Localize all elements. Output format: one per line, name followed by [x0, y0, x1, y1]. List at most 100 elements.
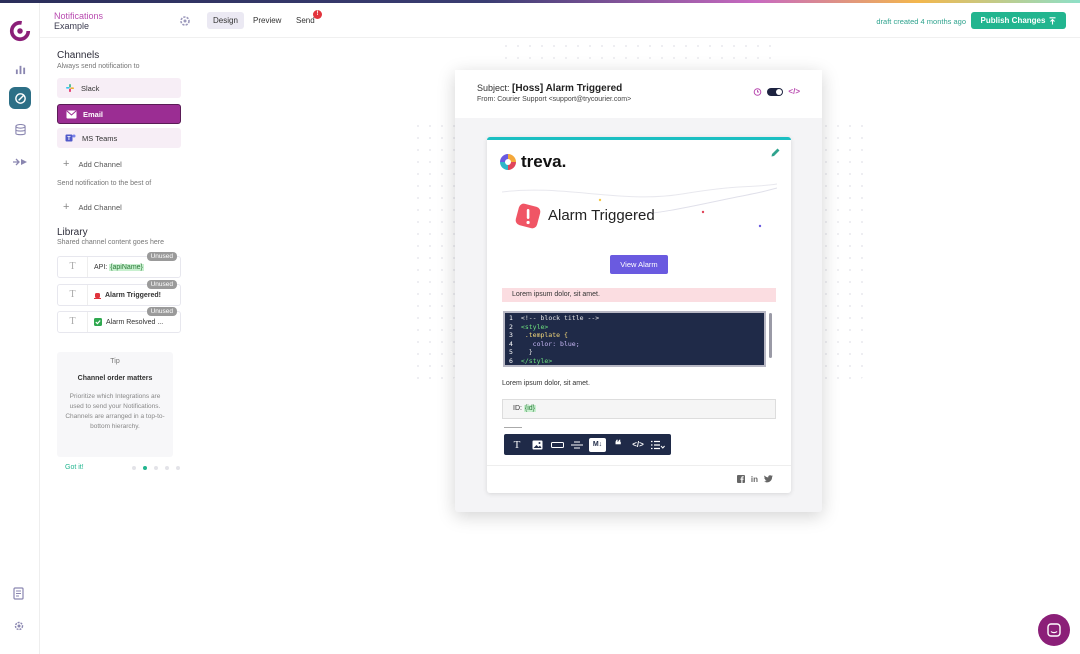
page-dot[interactable]	[132, 466, 136, 470]
view-alarm-button[interactable]: View Alarm	[610, 255, 668, 274]
courier-logo-icon[interactable]	[9, 20, 31, 42]
twitter-icon[interactable]	[764, 475, 773, 483]
code-line: 3 .template {	[509, 331, 568, 340]
page-dot[interactable]	[154, 466, 158, 470]
email-icon	[66, 110, 77, 118]
quote-block-icon[interactable]: ❝	[610, 438, 626, 452]
email-subject[interactable]: Subject: [Hoss] Alarm Triggered	[477, 83, 622, 94]
code-block-icon[interactable]: </>	[630, 438, 646, 452]
code-block[interactable]: 1 <!-- block title --> 2 <style> 3 .temp…	[503, 311, 766, 367]
dotted-backdrop	[412, 120, 457, 380]
draft-status: draft created 4 months ago	[876, 17, 966, 26]
brand-logo[interactable]: treva.	[498, 152, 566, 172]
channels-subtitle: Always send notification to	[57, 63, 140, 70]
linkedin-icon[interactable]: in	[751, 475, 758, 484]
button-block-icon[interactable]	[549, 438, 565, 452]
analytics-icon[interactable]	[9, 58, 31, 80]
paragraph-block[interactable]: Lorem ipsum dolor, sit amet.	[502, 380, 590, 387]
left-rail	[0, 3, 40, 654]
library-item[interactable]: T Alarm Resolved ... Unused	[57, 307, 181, 333]
page-title: Example	[54, 21, 90, 31]
text-block-icon: T	[58, 285, 88, 305]
hero-banner[interactable]: Alarm Triggered	[502, 180, 777, 240]
publish-changes-button[interactable]: Publish Changes	[971, 12, 1066, 29]
best-of-subtitle: Send notification to the best of	[57, 180, 152, 187]
page-dot[interactable]	[176, 466, 180, 470]
data-logs-icon[interactable]	[9, 119, 31, 141]
library-item[interactable]: T API: {apiName} Unused	[57, 252, 181, 278]
email-template-body: treva. Alarm Triggered View Alarm Lorem …	[487, 137, 791, 493]
library-item-label: Alarm Triggered!	[94, 291, 161, 299]
docs-icon[interactable]	[13, 587, 25, 603]
designer-icon[interactable]	[9, 87, 31, 109]
code-line: 2 <style>	[509, 322, 549, 331]
email-header-tools: </>	[753, 87, 800, 96]
app-header: Notifications Example Design Preview Sen…	[40, 3, 1080, 38]
divider-block-icon[interactable]	[569, 438, 585, 452]
edit-pencil-icon[interactable]	[770, 147, 781, 158]
page-dot[interactable]	[165, 466, 169, 470]
channel-email[interactable]: Email	[57, 104, 181, 124]
block-toolbar: T M↓ ❝ </>	[504, 434, 671, 455]
tip-body: Prioritize which Integrations are used t…	[65, 393, 165, 430]
settings-icon[interactable]	[13, 620, 25, 635]
tip-card: Tip Channel order matters Prioritize whi…	[57, 352, 173, 457]
check-box-icon	[94, 318, 102, 326]
image-block-icon[interactable]	[529, 438, 545, 452]
tip-title: Channel order matters	[77, 375, 153, 382]
id-text-block[interactable]: ID: {id}	[502, 399, 776, 419]
plus-icon: +	[63, 201, 70, 213]
notification-settings-icon[interactable]	[179, 15, 191, 27]
alarm-clock-icon[interactable]	[753, 87, 762, 96]
publish-icon	[1049, 16, 1056, 24]
breadcrumb-notifications[interactable]: Notifications	[54, 11, 103, 21]
add-channel-button-2[interactable]: + Add Channel	[63, 201, 122, 213]
channel-slack[interactable]: Slack	[57, 78, 181, 98]
got-it-button[interactable]: Got it!	[65, 464, 84, 471]
add-channel-label: Add Channel	[78, 159, 122, 169]
library-item-label: API: {apiName}	[94, 263, 144, 271]
list-block-icon[interactable]	[650, 438, 666, 452]
unused-badge: Unused	[146, 307, 177, 316]
text-block-icon[interactable]: T	[509, 438, 525, 452]
alert-text-block[interactable]: Lorem ipsum dolor, sit amet.	[502, 288, 776, 302]
integrations-icon[interactable]	[9, 151, 31, 173]
add-channel-label: Add Channel	[78, 202, 122, 212]
treva-logo-icon	[500, 154, 516, 170]
facebook-icon[interactable]	[736, 475, 745, 483]
variable-highlight: {apiName}	[109, 263, 144, 271]
brand-name: treva.	[521, 152, 567, 171]
siren-icon	[94, 293, 101, 299]
plus-icon: +	[63, 158, 70, 170]
email-header: Subject: [Hoss] Alarm Triggered From: Co…	[455, 70, 822, 118]
email-from[interactable]: From: Courier Support <support@trycourie…	[477, 96, 631, 103]
unused-badge: Unused	[146, 252, 177, 261]
social-links[interactable]: in	[736, 475, 773, 484]
chat-launcher-button[interactable]	[1038, 614, 1070, 646]
tab-preview[interactable]: Preview	[247, 12, 287, 29]
unused-badge: Unused	[146, 280, 177, 289]
library-item-label: Alarm Resolved ...	[94, 318, 163, 326]
dotted-backdrop	[820, 120, 865, 380]
slack-icon	[66, 84, 74, 92]
channel-ms-teams[interactable]: T MS Teams	[57, 128, 181, 148]
variable-highlight: {id}	[523, 405, 537, 412]
channel-label: Email	[83, 109, 104, 119]
alert-icon	[515, 203, 541, 229]
dotted-backdrop	[500, 40, 780, 68]
publish-label: Publish Changes	[980, 16, 1046, 25]
code-view-toggle[interactable]	[767, 87, 784, 96]
add-channel-button[interactable]: + Add Channel	[63, 158, 122, 170]
code-line: 5 }	[509, 348, 533, 357]
code-icon[interactable]: </>	[788, 87, 800, 96]
library-subtitle: Shared channel content goes here	[57, 239, 165, 246]
tab-design[interactable]: Design	[207, 12, 244, 29]
markdown-block-icon[interactable]: M↓	[589, 437, 606, 452]
code-scrollbar[interactable]	[769, 313, 772, 358]
footer-divider	[487, 465, 791, 466]
library-item[interactable]: T Alarm Triggered! Unused	[57, 280, 181, 306]
page-dot-active[interactable]	[143, 466, 147, 470]
channels-section: Channels Always send notification to	[57, 50, 182, 70]
text-block-icon: T	[58, 257, 88, 277]
channel-label: Slack	[81, 83, 100, 93]
